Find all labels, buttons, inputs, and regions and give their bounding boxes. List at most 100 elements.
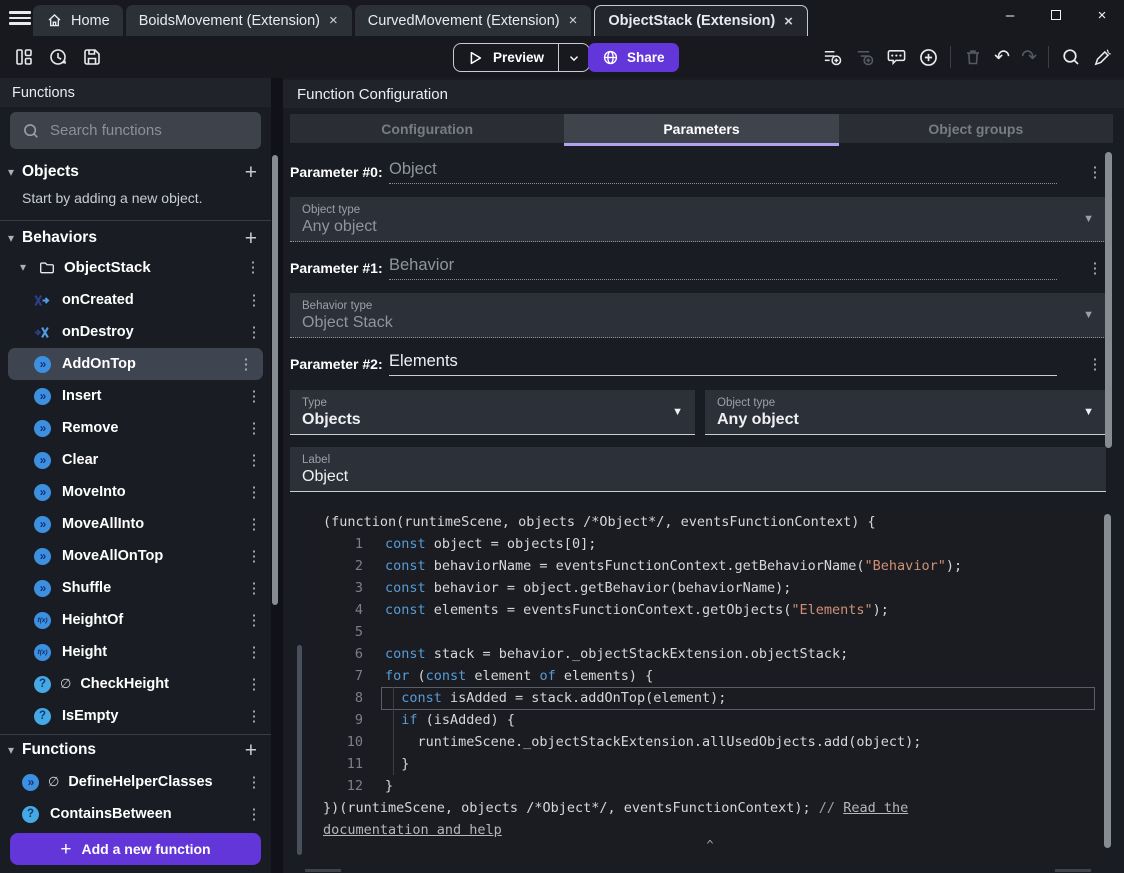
functions-sidebar: Functions ▾ Objects + Start by adding a …	[0, 78, 271, 873]
preview-options-button[interactable]	[558, 44, 589, 71]
save-icon[interactable]	[81, 46, 102, 67]
caret-down-icon[interactable]: ▾	[0, 231, 22, 245]
kebab-menu-icon[interactable]: ⋮	[243, 483, 265, 501]
search-functions-box[interactable]	[10, 112, 261, 149]
parameter-0-name-input[interactable]: Object	[389, 160, 1057, 184]
code-editor-resize-handle[interactable]	[297, 645, 302, 855]
caret-down-icon[interactable]: ▾	[12, 260, 34, 274]
documentation-link[interactable]: Read the	[843, 800, 908, 816]
tab-parameters[interactable]: Parameters	[564, 114, 839, 146]
add-object-button[interactable]: +	[245, 162, 257, 183]
function-item-definehelperclasses[interactable]: » ∅ DefineHelperClasses ⋮	[0, 766, 271, 798]
kebab-menu-icon[interactable]: ⋮	[1084, 259, 1106, 277]
tab-objectstack-extension[interactable]: ObjectStack (Extension) ×	[594, 5, 808, 36]
function-item-oncreated[interactable]: onCreated ⋮	[0, 284, 271, 316]
maximize-button[interactable]	[1048, 7, 1064, 24]
functions-section-header[interactable]: ▾ Functions +	[0, 736, 271, 764]
kebab-menu-icon[interactable]: ⋮	[1084, 163, 1106, 181]
preview-button[interactable]: Preview	[453, 43, 591, 72]
caret-down-icon[interactable]: ▾	[0, 165, 22, 179]
condition-icon: ?	[34, 707, 51, 725]
kebab-menu-icon[interactable]: ⋮	[243, 707, 265, 725]
menu-icon[interactable]	[9, 11, 31, 25]
kebab-menu-icon[interactable]: ⋮	[243, 291, 265, 309]
undo-icon[interactable]: ↶	[994, 48, 1010, 67]
behavior-folder-objectstack[interactable]: ▾ ObjectStack ⋮	[0, 252, 264, 282]
tab-configuration[interactable]: Configuration	[290, 114, 564, 143]
delete-icon[interactable]	[962, 47, 983, 68]
kebab-menu-icon[interactable]: ⋮	[243, 773, 265, 791]
parameter-2-type-select[interactable]: Type Objects ▼	[290, 390, 695, 435]
add-subevent-icon[interactable]	[854, 47, 875, 68]
panels-layout-icon[interactable]	[13, 46, 34, 67]
add-event-icon[interactable]	[822, 47, 843, 68]
history-icon[interactable]	[47, 46, 68, 67]
kebab-menu-icon[interactable]: ⋮	[242, 258, 264, 276]
close-tab-icon[interactable]: ×	[328, 13, 339, 28]
parameter-2-name-input[interactable]: Elements	[389, 352, 1057, 376]
parameter-2-object-type-select[interactable]: Object type Any object ▼	[705, 390, 1106, 435]
kebab-menu-icon[interactable]: ⋮	[243, 611, 265, 629]
tab-curvedmovement-extension[interactable]: CurvedMovement (Extension) ×	[354, 5, 592, 36]
add-new-function-button[interactable]: + Add a new function	[10, 833, 261, 865]
function-item-moveinto[interactable]: » MoveInto ⋮	[0, 476, 271, 508]
objects-section-header[interactable]: ▾ Objects +	[0, 158, 271, 186]
code-editor-scrollbar[interactable]	[1104, 514, 1111, 848]
tab-home[interactable]: Home	[33, 5, 123, 36]
kebab-menu-icon[interactable]: ⋮	[243, 547, 265, 565]
kebab-menu-icon[interactable]: ⋮	[1084, 355, 1106, 373]
function-item-ondestroy[interactable]: onDestroy ⋮	[0, 316, 271, 348]
function-item-label: DefineHelperClasses	[68, 774, 213, 790]
function-item-insert[interactable]: » Insert ⋮	[0, 380, 271, 412]
close-tab-icon[interactable]: ×	[568, 13, 579, 28]
minimize-button[interactable]: –	[1002, 7, 1018, 24]
documentation-link[interactable]: documentation and help	[323, 822, 502, 838]
function-item-shuffle[interactable]: » Shuffle ⋮	[0, 572, 271, 604]
caret-down-icon[interactable]: ▾	[0, 743, 22, 757]
kebab-menu-icon[interactable]: ⋮	[243, 643, 265, 661]
kebab-menu-icon[interactable]: ⋮	[243, 515, 265, 533]
add-function-plus-button[interactable]: +	[245, 740, 257, 761]
kebab-menu-icon[interactable]: ⋮	[243, 387, 265, 405]
function-item-checkheight[interactable]: ? ∅ CheckHeight ⋮	[0, 668, 271, 700]
parameter-1-name-input[interactable]: Behavior	[389, 256, 1057, 280]
edit-scene-icon[interactable]	[1092, 47, 1113, 68]
kebab-menu-icon[interactable]: ⋮	[243, 419, 265, 437]
field-value: Objects	[302, 411, 361, 428]
close-tab-icon[interactable]: ×	[783, 14, 794, 29]
parameter-0-object-type-select[interactable]: Object type Any object ▼	[290, 197, 1106, 242]
kebab-menu-icon[interactable]: ⋮	[243, 323, 265, 341]
kebab-menu-icon[interactable]: ⋮	[235, 355, 257, 373]
parameter-2-label-input[interactable]: Label Object	[290, 447, 1106, 492]
javascript-code-editor[interactable]: (function(runtimeScene, objects /*Object…	[307, 508, 1113, 866]
sidebar-scrollbar[interactable]	[272, 155, 278, 605]
share-button[interactable]: Share	[588, 43, 679, 72]
search-input[interactable]	[50, 122, 240, 139]
function-item-isempty[interactable]: ? IsEmpty ⋮	[0, 700, 271, 732]
kebab-menu-icon[interactable]: ⋮	[243, 805, 265, 823]
function-item-addontop[interactable]: » AddOnTop ⋮	[8, 348, 263, 380]
search-icon[interactable]	[1060, 47, 1081, 68]
function-item-clear[interactable]: » Clear ⋮	[0, 444, 271, 476]
function-item-heightof[interactable]: f(x) HeightOf ⋮	[0, 604, 271, 636]
behaviors-section-header[interactable]: ▾ Behaviors +	[0, 224, 271, 252]
collapse-caret-icon[interactable]: ^	[706, 838, 713, 852]
tab-object-groups[interactable]: Object groups	[839, 114, 1113, 143]
kebab-menu-icon[interactable]: ⋮	[243, 579, 265, 597]
add-circle-icon[interactable]	[918, 47, 939, 68]
close-window-button[interactable]: ×	[1094, 7, 1110, 24]
kebab-menu-icon[interactable]: ⋮	[243, 675, 265, 693]
function-item-remove[interactable]: » Remove ⋮	[0, 412, 271, 444]
redo-icon[interactable]: ↷	[1021, 48, 1037, 67]
add-comment-icon[interactable]	[886, 47, 907, 68]
function-item-height[interactable]: f(x) Height ⋮	[0, 636, 271, 668]
parameter-1-behavior-type-select[interactable]: Behavior type Object Stack ▼	[290, 293, 1106, 338]
kebab-menu-icon[interactable]: ⋮	[243, 451, 265, 469]
main-panel-scrollbar[interactable]	[1105, 152, 1112, 448]
add-behavior-button[interactable]: +	[245, 228, 257, 249]
function-item-label: Clear	[62, 452, 99, 468]
tab-boidsmovement-extension[interactable]: BoidsMovement (Extension) ×	[125, 5, 352, 36]
function-item-moveallontop[interactable]: » MoveAllOnTop ⋮	[0, 540, 271, 572]
function-item-containsbetween[interactable]: ? ContainsBetween ⋮	[0, 798, 271, 830]
function-item-moveallinto[interactable]: » MoveAllInto ⋮	[0, 508, 271, 540]
